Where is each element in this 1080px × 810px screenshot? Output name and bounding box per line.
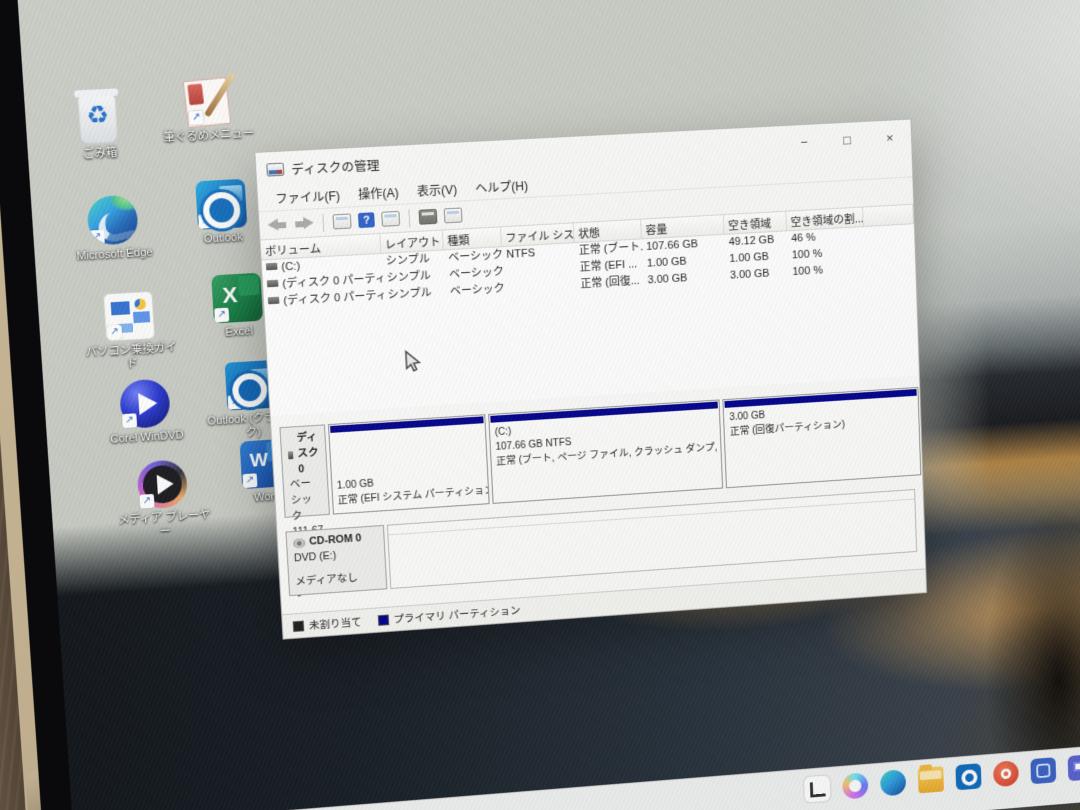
- desktop-icon-pc-transfer-guide[interactable]: パソコン乗換ガイド: [79, 289, 181, 374]
- type-cell: ベーシック: [446, 281, 505, 301]
- partition-efi[interactable]: 1.00 GB 正常 (EFI システム パーティション): [327, 414, 489, 514]
- outlook-icon: [195, 179, 247, 230]
- volume-icon: [266, 263, 278, 271]
- toolbar-separator: [322, 213, 324, 231]
- desktop-icon-recycle-bin[interactable]: ごみ箱: [47, 92, 149, 164]
- legend-label: プライマリ パーティション: [393, 603, 521, 627]
- detail-pane-icon[interactable]: [381, 211, 400, 227]
- shortcut-arrow-icon: [198, 214, 213, 229]
- capacity-cell: 3.00 GB: [643, 268, 726, 289]
- free-space-cell: 3.00 GB: [726, 265, 789, 285]
- console-tree-icon[interactable]: [333, 213, 352, 229]
- forward-arrow-icon[interactable]: [294, 216, 314, 230]
- toolbar-separator: [408, 209, 410, 227]
- shortcut-arrow-icon: [107, 325, 122, 340]
- disk0-type: ベーシック: [289, 476, 322, 524]
- task-view-icon[interactable]: [804, 775, 831, 802]
- shortcut-arrow-icon: [89, 230, 104, 245]
- disk0-name: ディスク 0: [296, 430, 320, 478]
- corel-windvd-icon: [119, 378, 171, 429]
- close-button[interactable]: ×: [868, 120, 912, 156]
- laptop: ごみ箱 筆ぐるめメニュー Microsoft Edge Outlook パソコン…: [0, 0, 1080, 810]
- fudegurume-icon: [183, 77, 231, 128]
- cdrom-icon: [293, 538, 306, 549]
- disk0-info-panel[interactable]: ディスク 0 ベーシック 111.67 GB オンライン: [279, 424, 329, 517]
- menu-view[interactable]: 表示(V): [407, 178, 466, 202]
- legend-label: 未割り当て: [309, 614, 362, 632]
- shortcut-arrow-icon: [228, 395, 243, 410]
- column-header-type[interactable]: 種類: [443, 227, 502, 249]
- column-header-filler: [863, 205, 914, 226]
- edge-icon: [86, 195, 139, 246]
- free-pct-cell: 100 %: [788, 260, 865, 281]
- partition-recovery[interactable]: 3.00 GB 正常 (回復パーティション): [723, 387, 921, 488]
- status-cell: 正常 (回復...: [576, 273, 644, 294]
- legend-unallocated: 未割り当て: [293, 614, 362, 634]
- shortcut-arrow-icon: [214, 308, 229, 323]
- cdrom-info-panel[interactable]: CD-ROM 0 DVD (E:) メディアなし: [285, 525, 387, 596]
- maximize-button[interactable]: □: [825, 122, 869, 158]
- shortcut-arrow-icon: [242, 473, 257, 488]
- desktop-icon-label: パソコン乗換ガイド: [82, 342, 180, 375]
- shortcut-arrow-icon: [188, 110, 204, 126]
- minimize-button[interactable]: −: [782, 124, 826, 160]
- legend-primary-partition: プライマリ パーティション: [377, 603, 521, 628]
- primary-partition-color-swatch: [377, 614, 389, 625]
- disk-icon: [288, 451, 294, 459]
- column-header-status[interactable]: 状態: [574, 220, 642, 242]
- recycle-bin-icon: [78, 94, 119, 145]
- desktop-icon-fudegurume-menu[interactable]: 筆ぐるめメニュー: [157, 77, 258, 146]
- back-arrow-icon[interactable]: [267, 218, 287, 232]
- help-icon[interactable]: ?: [358, 212, 375, 228]
- disk-management-app-icon: [266, 162, 284, 176]
- volume-icon: [267, 280, 279, 288]
- partition-c-drive[interactable]: (C:) 107.66 GB NTFS 正常 (ブート, ページ ファイル, ク…: [488, 399, 724, 503]
- desktop-icon-microsoft-edge[interactable]: Microsoft Edge: [62, 193, 164, 265]
- shortcut-arrow-icon: [139, 494, 154, 509]
- shortcut-arrow-icon: [122, 413, 137, 428]
- desktop-icon-media-player[interactable]: メディア プレーヤー: [113, 458, 214, 543]
- pc-transfer-guide-icon: [103, 291, 156, 342]
- screen: ごみ箱 筆ぐるめメニュー Microsoft Edge Outlook パソコン…: [16, 0, 1080, 810]
- menu-action[interactable]: 操作(A): [349, 181, 409, 205]
- unallocated-color-swatch: [293, 620, 305, 631]
- security-app-icon[interactable]: [993, 760, 1019, 787]
- column-header-free-space[interactable]: 空き領域: [724, 212, 787, 234]
- window-title: ディスクの管理: [291, 154, 380, 178]
- layout-cell: シンプル: [383, 284, 446, 304]
- edge-taskbar-icon[interactable]: [880, 769, 906, 796]
- menu-help[interactable]: ヘルプ(H): [466, 174, 538, 199]
- teams-icon[interactable]: [1068, 754, 1080, 781]
- contacts-app-icon[interactable]: [1030, 757, 1056, 784]
- properties-icon[interactable]: [444, 207, 463, 223]
- excel-icon: [211, 273, 263, 324]
- filesystem-cell: [504, 277, 577, 298]
- file-explorer-icon[interactable]: [918, 766, 944, 793]
- menu-file[interactable]: ファイル(F): [266, 184, 350, 209]
- action-pane-icon[interactable]: [419, 209, 438, 225]
- copilot-icon[interactable]: [842, 772, 869, 799]
- disk-management-window: ディスクの管理 − □ × ファイル(F) 操作(A) 表示(V) ヘルプ(H): [254, 119, 927, 640]
- volume-icon: [268, 297, 280, 305]
- column-header-layout[interactable]: レイアウト: [380, 230, 443, 252]
- desktop-icon-corel-windvd[interactable]: Corel WinDVD: [95, 377, 196, 448]
- mouse-cursor: [404, 349, 423, 379]
- screen-bezel: ごみ箱 筆ぐるめメニュー Microsoft Edge Outlook パソコン…: [0, 0, 1080, 810]
- outlook-taskbar-icon[interactable]: [955, 763, 981, 790]
- media-player-icon: [136, 459, 188, 510]
